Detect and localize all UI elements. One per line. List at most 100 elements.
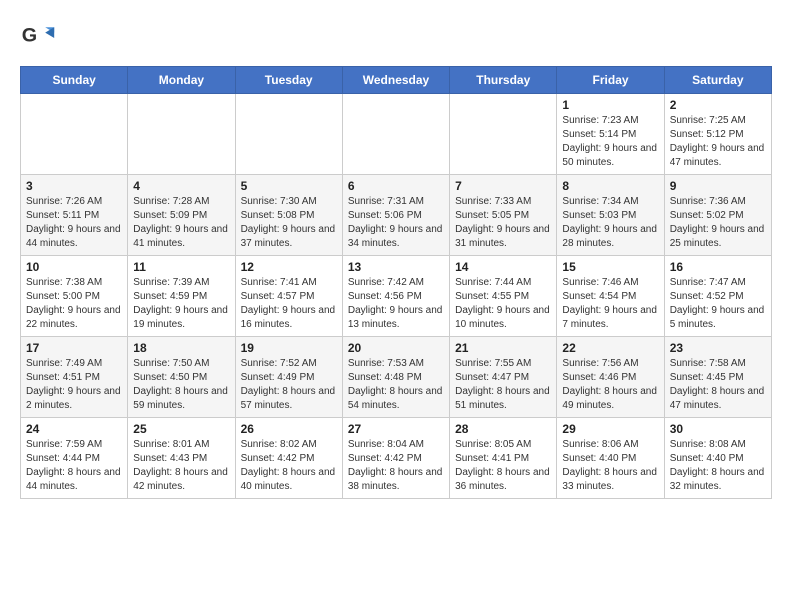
day-number: 19 xyxy=(241,341,337,355)
calendar-cell: 27Sunrise: 8:04 AM Sunset: 4:42 PM Dayli… xyxy=(342,418,449,499)
day-number: 16 xyxy=(670,260,766,274)
calendar-header: SundayMondayTuesdayWednesdayThursdayFrid… xyxy=(21,67,772,94)
weekday-header-friday: Friday xyxy=(557,67,664,94)
day-info: Sunrise: 7:55 AM Sunset: 4:47 PM Dayligh… xyxy=(455,357,551,413)
day-info: Sunrise: 7:56 AM Sunset: 4:46 PM Dayligh… xyxy=(562,357,658,413)
weekday-header-tuesday: Tuesday xyxy=(235,67,342,94)
day-number: 22 xyxy=(562,341,658,355)
day-number: 23 xyxy=(670,341,766,355)
day-number: 24 xyxy=(26,422,122,436)
day-info: Sunrise: 7:49 AM Sunset: 4:51 PM Dayligh… xyxy=(26,357,122,413)
day-info: Sunrise: 7:26 AM Sunset: 5:11 PM Dayligh… xyxy=(26,195,122,251)
calendar-week-4: 17 Sunrise: 7:49 AM Sunset: 4:51 PM Dayli… xyxy=(21,337,772,418)
day-number: 20 xyxy=(348,341,444,355)
weekday-header-row: SundayMondayTuesdayWednesdayThursdayFrid… xyxy=(21,67,772,94)
day-info: Sunrise: 7:52 AM Sunset: 4:49 PM Dayligh… xyxy=(241,357,337,413)
calendar-cell: 4Sunrise: 7:28 AM Sunset: 5:09 PM Daylig… xyxy=(128,175,235,256)
weekday-header-thursday: Thursday xyxy=(450,67,557,94)
calendar-cell: 6Sunrise: 7:31 AM Sunset: 5:06 PM Daylig… xyxy=(342,175,449,256)
day-number: 7 xyxy=(455,179,551,193)
day-info: Sunrise: 7:44 AM Sunset: 4:55 PM Dayligh… xyxy=(455,276,551,332)
day-info: Sunrise: 8:02 AM Sunset: 4:42 PM Dayligh… xyxy=(241,438,337,494)
day-number: 10 xyxy=(26,260,122,274)
calendar-cell: 18Sunrise: 7:50 AM Sunset: 4:50 PM Dayli… xyxy=(128,337,235,418)
calendar-cell xyxy=(21,94,128,175)
day-number: 29 xyxy=(562,422,658,436)
day-info: Sunrise: 8:01 AM Sunset: 4:43 PM Dayligh… xyxy=(133,438,229,494)
day-number: 15 xyxy=(562,260,658,274)
day-number: 28 xyxy=(455,422,551,436)
calendar-week-5: 24Sunrise: 7:59 AM Sunset: 4:44 PM Dayli… xyxy=(21,418,772,499)
day-number: 4 xyxy=(133,179,229,193)
day-number: 17 xyxy=(26,341,122,355)
calendar-cell: 13Sunrise: 7:42 AM Sunset: 4:56 PM Dayli… xyxy=(342,256,449,337)
calendar-cell: 9 Sunrise: 7:36 AM Sunset: 5:02 PM Daylig… xyxy=(664,175,771,256)
calendar-cell: 24Sunrise: 7:59 AM Sunset: 4:44 PM Dayli… xyxy=(21,418,128,499)
logo-icon: G xyxy=(20,20,56,56)
calendar-cell: 15 Sunrise: 7:46 AM Sunset: 4:54 PM Dayli… xyxy=(557,256,664,337)
day-info: Sunrise: 7:53 AM Sunset: 4:48 PM Dayligh… xyxy=(348,357,444,413)
calendar-cell: 5Sunrise: 7:30 AM Sunset: 5:08 PM Daylig… xyxy=(235,175,342,256)
calendar-cell: 11 Sunrise: 7:39 AM Sunset: 4:59 PM Dayli… xyxy=(128,256,235,337)
day-info: Sunrise: 7:58 AM Sunset: 4:45 PM Dayligh… xyxy=(670,357,766,413)
day-number: 3 xyxy=(26,179,122,193)
calendar-cell xyxy=(342,94,449,175)
logo: G xyxy=(20,20,60,56)
day-number: 11 xyxy=(133,260,229,274)
calendar-cell: 26 Sunrise: 8:02 AM Sunset: 4:42 PM Dayli… xyxy=(235,418,342,499)
page-header: G xyxy=(20,20,772,56)
day-info: Sunrise: 8:05 AM Sunset: 4:41 PM Dayligh… xyxy=(455,438,551,494)
day-info: Sunrise: 7:42 AM Sunset: 4:56 PM Dayligh… xyxy=(348,276,444,332)
calendar-cell: 25 Sunrise: 8:01 AM Sunset: 4:43 PM Dayli… xyxy=(128,418,235,499)
calendar-cell: 23 Sunrise: 7:58 AM Sunset: 4:45 PM Dayli… xyxy=(664,337,771,418)
day-number: 5 xyxy=(241,179,337,193)
calendar-cell: 1Sunrise: 7:23 AM Sunset: 5:14 PM Daylig… xyxy=(557,94,664,175)
day-info: Sunrise: 7:39 AM Sunset: 4:59 PM Dayligh… xyxy=(133,276,229,332)
calendar-cell: 19 Sunrise: 7:52 AM Sunset: 4:49 PM Dayli… xyxy=(235,337,342,418)
calendar-cell: 14 Sunrise: 7:44 AM Sunset: 4:55 PM Dayli… xyxy=(450,256,557,337)
calendar-cell: 3 Sunrise: 7:26 AM Sunset: 5:11 PM Daylig… xyxy=(21,175,128,256)
calendar-cell: 12Sunrise: 7:41 AM Sunset: 4:57 PM Dayli… xyxy=(235,256,342,337)
calendar-cell: 22 Sunrise: 7:56 AM Sunset: 4:46 PM Dayli… xyxy=(557,337,664,418)
weekday-header-wednesday: Wednesday xyxy=(342,67,449,94)
day-number: 14 xyxy=(455,260,551,274)
calendar-cell xyxy=(235,94,342,175)
calendar-body: 1Sunrise: 7:23 AM Sunset: 5:14 PM Daylig… xyxy=(21,94,772,499)
day-number: 25 xyxy=(133,422,229,436)
day-number: 18 xyxy=(133,341,229,355)
weekday-header-saturday: Saturday xyxy=(664,67,771,94)
calendar-week-1: 1Sunrise: 7:23 AM Sunset: 5:14 PM Daylig… xyxy=(21,94,772,175)
calendar-cell: 21 Sunrise: 7:55 AM Sunset: 4:47 PM Dayli… xyxy=(450,337,557,418)
day-info: Sunrise: 7:23 AM Sunset: 5:14 PM Dayligh… xyxy=(562,114,658,170)
day-info: Sunrise: 8:08 AM Sunset: 4:40 PM Dayligh… xyxy=(670,438,766,494)
calendar-week-2: 3 Sunrise: 7:26 AM Sunset: 5:11 PM Daylig… xyxy=(21,175,772,256)
day-info: Sunrise: 8:04 AM Sunset: 4:42 PM Dayligh… xyxy=(348,438,444,494)
day-info: Sunrise: 7:36 AM Sunset: 5:02 PM Dayligh… xyxy=(670,195,766,251)
day-info: Sunrise: 7:33 AM Sunset: 5:05 PM Dayligh… xyxy=(455,195,551,251)
calendar-cell: 8 Sunrise: 7:34 AM Sunset: 5:03 PM Daylig… xyxy=(557,175,664,256)
calendar-cell: 7 Sunrise: 7:33 AM Sunset: 5:05 PM Daylig… xyxy=(450,175,557,256)
weekday-header-sunday: Sunday xyxy=(21,67,128,94)
calendar-cell: 29Sunrise: 8:06 AM Sunset: 4:40 PM Dayli… xyxy=(557,418,664,499)
calendar-cell: 16 Sunrise: 7:47 AM Sunset: 4:52 PM Dayli… xyxy=(664,256,771,337)
calendar-cell: 30Sunrise: 8:08 AM Sunset: 4:40 PM Dayli… xyxy=(664,418,771,499)
day-number: 2 xyxy=(670,98,766,112)
day-info: Sunrise: 7:46 AM Sunset: 4:54 PM Dayligh… xyxy=(562,276,658,332)
calendar-cell: 17 Sunrise: 7:49 AM Sunset: 4:51 PM Dayli… xyxy=(21,337,128,418)
calendar-table: SundayMondayTuesdayWednesdayThursdayFrid… xyxy=(20,66,772,499)
day-number: 8 xyxy=(562,179,658,193)
calendar-cell xyxy=(450,94,557,175)
calendar-cell: 10Sunrise: 7:38 AM Sunset: 5:00 PM Dayli… xyxy=(21,256,128,337)
calendar-cell xyxy=(128,94,235,175)
day-info: Sunrise: 7:34 AM Sunset: 5:03 PM Dayligh… xyxy=(562,195,658,251)
day-info: Sunrise: 7:47 AM Sunset: 4:52 PM Dayligh… xyxy=(670,276,766,332)
calendar-cell: 20 Sunrise: 7:53 AM Sunset: 4:48 PM Dayli… xyxy=(342,337,449,418)
day-number: 21 xyxy=(455,341,551,355)
calendar-week-3: 10Sunrise: 7:38 AM Sunset: 5:00 PM Dayli… xyxy=(21,256,772,337)
calendar-cell: 28 Sunrise: 8:05 AM Sunset: 4:41 PM Dayli… xyxy=(450,418,557,499)
day-number: 6 xyxy=(348,179,444,193)
day-number: 9 xyxy=(670,179,766,193)
day-number: 12 xyxy=(241,260,337,274)
calendar-cell: 2Sunrise: 7:25 AM Sunset: 5:12 PM Daylig… xyxy=(664,94,771,175)
day-number: 26 xyxy=(241,422,337,436)
